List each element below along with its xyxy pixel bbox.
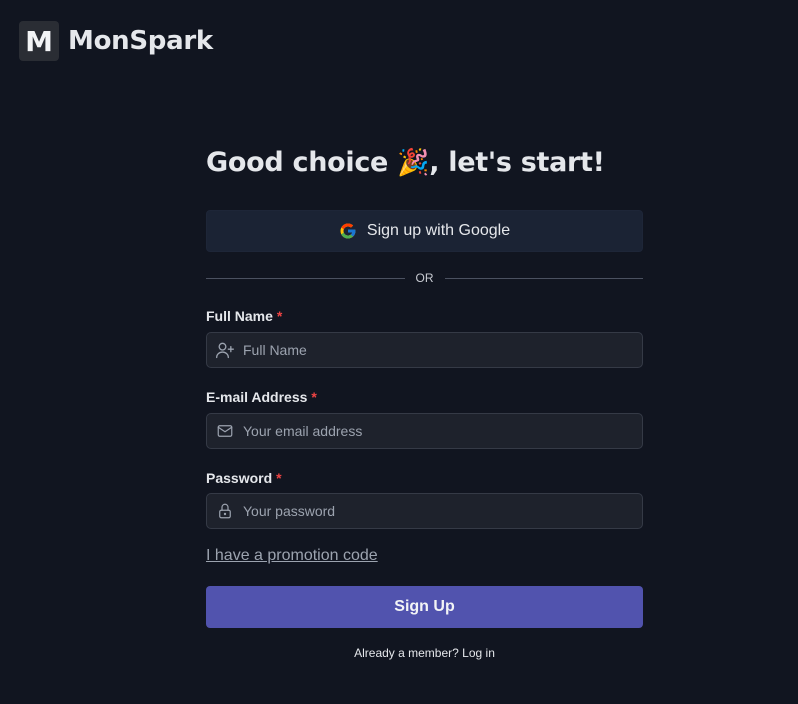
divider-line-left — [206, 277, 405, 279]
required-marker: * — [276, 470, 282, 486]
google-signup-button[interactable]: Sign up with Google — [206, 210, 643, 252]
required-marker: * — [276, 308, 283, 324]
google-icon — [340, 223, 356, 239]
password-label-text: Password — [206, 470, 273, 486]
sign-up-button[interactable]: Sign Up — [206, 586, 643, 628]
promotion-code-link[interactable]: I have a promotion code — [206, 547, 378, 565]
password-field — [206, 493, 643, 529]
email-input[interactable] — [243, 415, 642, 447]
or-divider: OR — [206, 270, 643, 286]
title-text-end: , let's start! — [429, 147, 605, 178]
user-add-icon — [207, 333, 243, 367]
divider-text: OR — [415, 271, 434, 285]
google-signup-label: Sign up with Google — [366, 222, 511, 239]
mail-icon — [207, 414, 243, 448]
full-name-field — [206, 332, 643, 368]
email-label: E-mail Address * — [206, 389, 317, 405]
login-prompt: Already a member? Log in — [206, 646, 643, 660]
title-text-start: Good choice — [206, 147, 389, 178]
password-label: Password * — [206, 470, 282, 486]
lock-icon — [207, 494, 243, 528]
brand-logo[interactable]: M MonSpark — [19, 21, 213, 61]
full-name-label: Full Name * — [206, 308, 282, 324]
email-label-text: E-mail Address — [206, 389, 308, 405]
logo-mark: M — [19, 21, 59, 61]
brand-name: MonSpark — [68, 26, 213, 56]
required-marker: * — [311, 389, 317, 405]
login-prompt-text: Already a member? — [354, 646, 459, 660]
full-name-label-text: Full Name — [206, 308, 273, 324]
page-title: Good choice 🎉, let's start! — [206, 147, 605, 178]
login-link[interactable]: Log in — [462, 646, 495, 660]
password-input[interactable] — [243, 495, 642, 527]
email-field — [206, 413, 643, 449]
divider-line-right — [444, 277, 643, 279]
party-popper-icon: 🎉 — [397, 148, 430, 178]
signup-page: M MonSpark Good choice 🎉, let's start! S… — [0, 0, 798, 704]
full-name-input[interactable] — [243, 334, 642, 366]
